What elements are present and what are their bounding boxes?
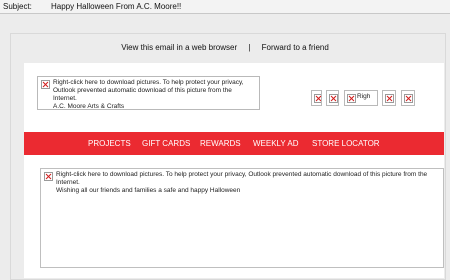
broken-image-icon	[347, 94, 356, 103]
nav-item-rewards[interactable]: REWARDS	[200, 132, 241, 155]
subject-label: Subject:	[3, 2, 32, 11]
subject-bar: Subject: Happy Halloween From A.C. Moore…	[0, 0, 450, 14]
broken-image-icon	[314, 94, 321, 103]
social-image-placeholder[interactable]: Righ	[344, 90, 378, 106]
social-image-placeholder[interactable]	[311, 90, 322, 106]
nav-item-weekly-ad[interactable]: WEEKLY AD	[253, 132, 299, 155]
logo-image-alt-text: Right-click here to download pictures. T…	[53, 79, 244, 110]
banner-image-placeholder[interactable]: Right-click here to download pictures. T…	[40, 168, 444, 268]
social-image-text: Righ	[357, 93, 371, 100]
nav-bar: PROJECTS GIFT CARDS REWARDS WEEKLY AD ST…	[24, 132, 444, 155]
broken-image-icon	[385, 94, 394, 103]
social-image-placeholder[interactable]	[326, 90, 339, 106]
nav-item-projects[interactable]: PROJECTS	[88, 132, 131, 155]
social-image-placeholder[interactable]	[382, 90, 396, 106]
logo-image-placeholder[interactable]: Right-click here to download pictures. T…	[37, 76, 260, 110]
banner-image-alt-text: Right-click here to download pictures. T…	[56, 171, 428, 194]
broken-image-icon	[404, 94, 413, 103]
nav-item-gift-cards[interactable]: GIFT CARDS	[142, 132, 190, 155]
view-in-browser-link[interactable]: View this email in a web browser	[121, 43, 237, 52]
broken-image-icon	[44, 172, 53, 181]
subject-value: Happy Halloween From A.C. Moore!!	[51, 2, 182, 11]
forward-to-friend-link[interactable]: Forward to a friend	[262, 43, 329, 52]
nav-item-store-locator[interactable]: STORE LOCATOR	[312, 132, 380, 155]
social-image-placeholder[interactable]	[401, 90, 415, 106]
top-links: View this email in a web browser | Forwa…	[0, 43, 450, 52]
broken-image-icon	[329, 94, 338, 103]
broken-image-icon	[41, 80, 50, 89]
link-separator: |	[248, 43, 251, 52]
